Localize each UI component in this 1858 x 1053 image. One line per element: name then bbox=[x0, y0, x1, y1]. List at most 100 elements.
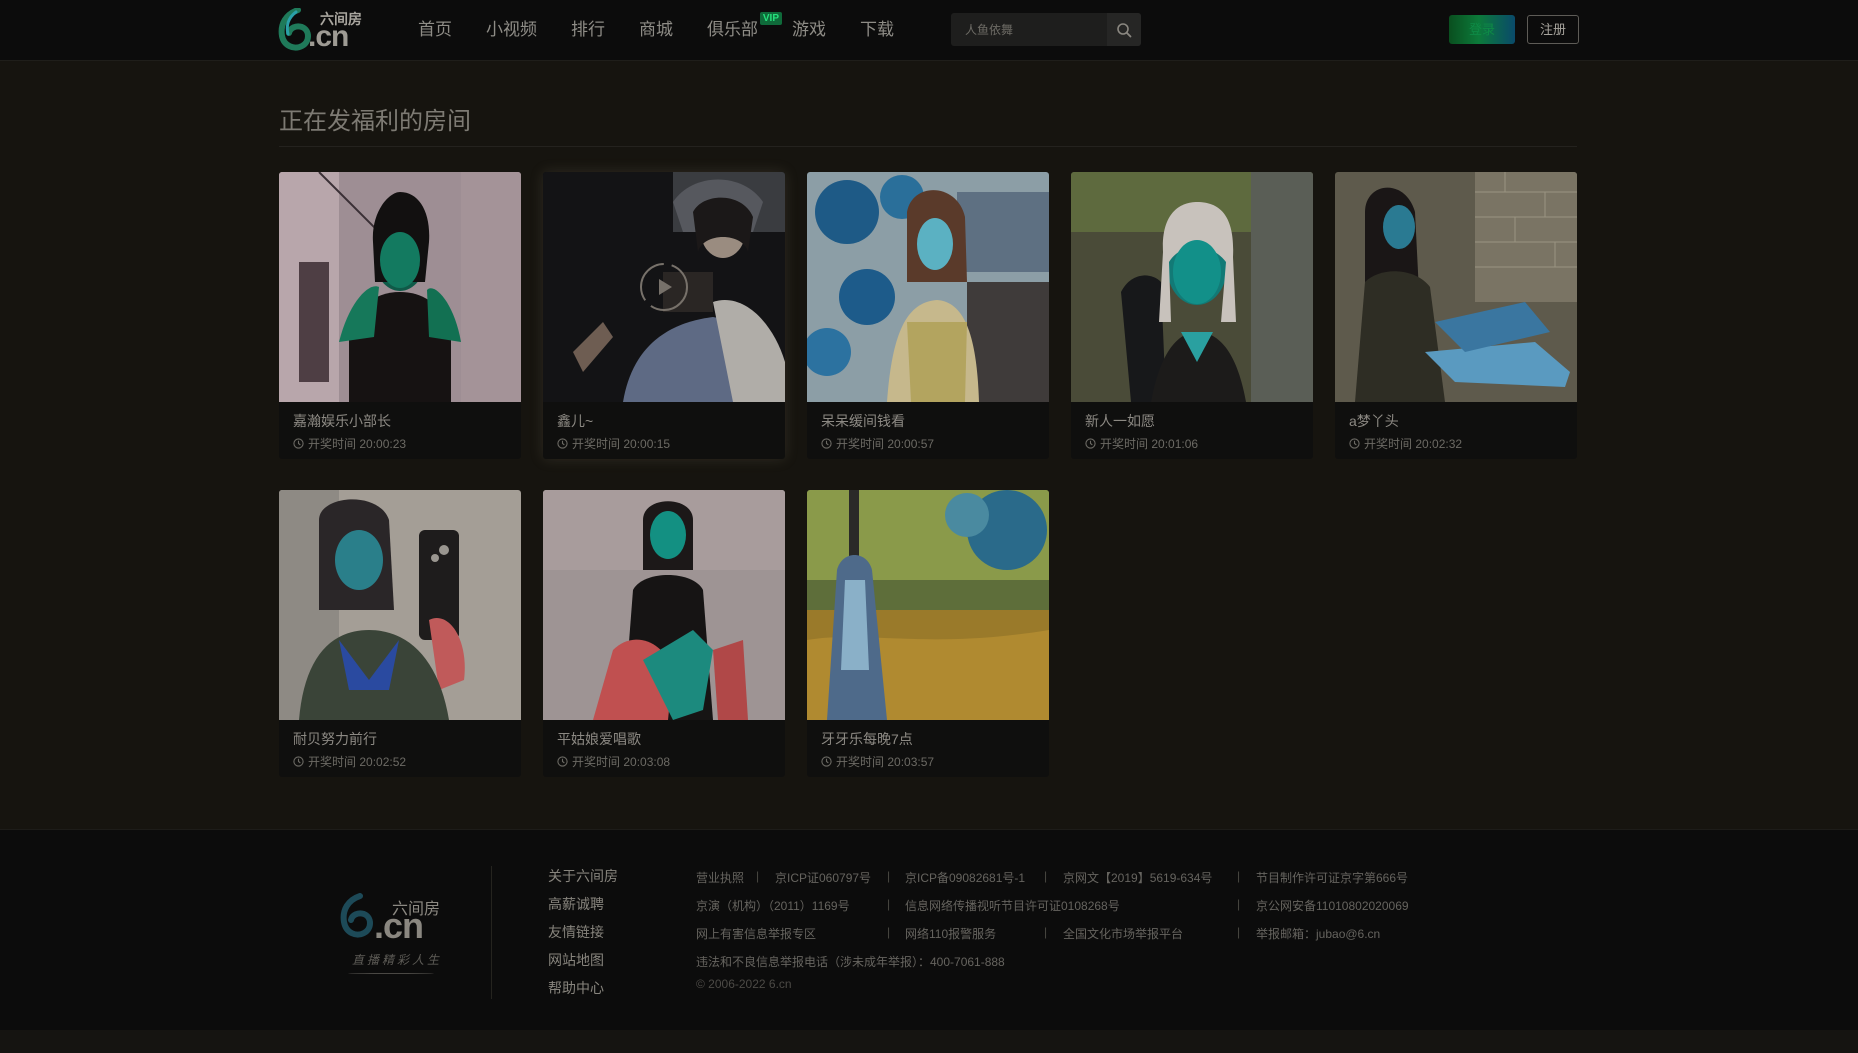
clock-icon bbox=[293, 438, 304, 449]
room-card[interactable]: 牙牙乐每晚7点 开奖时间 20:03:57 bbox=[807, 490, 1049, 777]
license-item[interactable]: 京ICP证060797号 bbox=[775, 869, 871, 886]
room-thumbnail bbox=[279, 490, 521, 720]
separator: | bbox=[756, 869, 760, 883]
footer-logo-slogan: 直播精彩人生 bbox=[352, 953, 443, 967]
nav-download[interactable]: 下载 bbox=[860, 0, 894, 60]
register-button[interactable]: 注册 bbox=[1527, 15, 1579, 44]
room-name: 牙牙乐每晚7点 bbox=[821, 731, 913, 747]
footer-logo-underline bbox=[348, 973, 434, 974]
room-thumbnail bbox=[1335, 172, 1577, 402]
license-item[interactable]: 节目制作许可证京字第666号 bbox=[1256, 869, 1408, 886]
room-time: 开奖时间 20:00:23 bbox=[293, 435, 406, 452]
room-name: 鑫儿~ bbox=[557, 413, 594, 429]
clock-icon bbox=[293, 756, 304, 767]
time-prefix: 开奖时间 bbox=[308, 755, 357, 769]
license-row: 网上有害信息举报专区 | 网络110报警服务 | 全国文化市场举报平台 | 举报… bbox=[696, 925, 1496, 953]
separator: | bbox=[1237, 925, 1241, 939]
time-value: 20:02:52 bbox=[359, 754, 407, 769]
clock-icon bbox=[1085, 438, 1096, 449]
report-phone: 违法和不良信息举报电话（涉未成年举报）：400-7061-888 bbox=[696, 955, 1005, 969]
separator: | bbox=[887, 925, 891, 939]
nav-short-video[interactable]: 小视频 bbox=[486, 0, 537, 60]
room-time: 开奖时间 20:03:08 bbox=[557, 753, 670, 770]
clock-icon bbox=[557, 438, 568, 449]
time-value: 20:01:06 bbox=[1151, 436, 1199, 451]
footer-link-friends[interactable]: 友情链接 bbox=[548, 918, 618, 946]
license-item[interactable]: 营业执照 bbox=[696, 869, 744, 886]
search-button[interactable] bbox=[1107, 13, 1141, 46]
separator: | bbox=[887, 869, 891, 883]
clock-icon bbox=[557, 756, 568, 767]
room-card[interactable]: 嘉瀚娱乐小部长 开奖时间 20:00:23 bbox=[279, 172, 521, 459]
license-item[interactable]: 信息网络传播视听节目许可证0108268号 bbox=[905, 897, 1120, 914]
time-value: 20:00:57 bbox=[887, 436, 935, 451]
time-prefix: 开奖时间 bbox=[836, 437, 885, 451]
room-time: 开奖时间 20:02:52 bbox=[293, 753, 406, 770]
clock-icon bbox=[821, 756, 832, 767]
separator: | bbox=[1044, 925, 1048, 939]
separator: | bbox=[1237, 897, 1241, 911]
nav-club-label: 俱乐部 bbox=[707, 20, 758, 39]
license-item[interactable]: 网络110报警服务 bbox=[905, 925, 996, 942]
footer-logo: 六间房 .cn 直播精彩人生 bbox=[338, 893, 444, 983]
room-time: 开奖时间 20:00:57 bbox=[821, 435, 934, 452]
license-item[interactable]: 京公网安备11010802020069 bbox=[1256, 897, 1409, 914]
time-prefix: 开奖时间 bbox=[572, 755, 621, 769]
nav-games[interactable]: 游戏 bbox=[792, 0, 826, 60]
room-name: a梦丫头 bbox=[1349, 413, 1399, 429]
copyright-row: © 2006-2022 6.cn bbox=[696, 977, 1496, 1009]
nav-club[interactable]: 俱乐部 VIP bbox=[707, 0, 782, 60]
nav-ranking[interactable]: 排行 bbox=[571, 0, 605, 60]
room-thumbnail bbox=[1071, 172, 1313, 402]
footer-bottom-bar bbox=[0, 1030, 1858, 1053]
room-card[interactable]: 鑫儿~ 开奖时间 20:00:15 bbox=[543, 172, 785, 459]
room-name: 耐贝努力前行 bbox=[293, 731, 377, 747]
time-value: 20:00:15 bbox=[623, 436, 671, 451]
room-card[interactable]: 呆呆缓间钱看 开奖时间 20:00:57 bbox=[807, 172, 1049, 459]
room-card[interactable]: 新人一如愿 开奖时间 20:01:06 bbox=[1071, 172, 1313, 459]
footer-divider bbox=[491, 866, 492, 999]
clock-icon bbox=[1349, 438, 1360, 449]
footer-link-jobs[interactable]: 高薪诚聘 bbox=[548, 890, 618, 918]
room-grid: 嘉瀚娱乐小部长 开奖时间 20:00:23 鑫儿~ 开奖时间 20:00:15 … bbox=[279, 172, 1579, 782]
room-thumbnail bbox=[279, 172, 521, 402]
room-name: 新人一如愿 bbox=[1085, 413, 1155, 429]
footer-link-help[interactable]: 帮助中心 bbox=[548, 974, 618, 1002]
top-header: 六间房 .cn 首页 小视频 排行 商城 俱乐部 VIP 游戏 下载 登录 注册 bbox=[0, 0, 1858, 61]
time-prefix: 开奖时间 bbox=[572, 437, 621, 451]
room-time: 开奖时间 20:00:15 bbox=[557, 435, 670, 452]
footer-link-sitemap[interactable]: 网站地图 bbox=[548, 946, 618, 974]
separator: | bbox=[1044, 869, 1048, 883]
license-item[interactable]: 京ICP备09082681号-1 bbox=[905, 869, 1025, 886]
site-logo[interactable]: 六间房 .cn bbox=[278, 7, 373, 53]
nav-mall[interactable]: 商城 bbox=[639, 0, 673, 60]
search-box bbox=[951, 13, 1141, 46]
footer-logo-domain: .cn bbox=[374, 905, 424, 946]
license-row: 营业执照 | 京ICP证060797号 | 京ICP备09082681号-1 |… bbox=[696, 869, 1496, 897]
room-card[interactable]: a梦丫头 开奖时间 20:02:32 bbox=[1335, 172, 1577, 459]
report-phone-row: 违法和不良信息举报电话（涉未成年举报）：400-7061-888 bbox=[696, 953, 1496, 981]
nav-home[interactable]: 首页 bbox=[418, 0, 452, 60]
footer-link-about[interactable]: 关于六间房 bbox=[548, 862, 618, 890]
license-row: 京演（机构）（2011）1169号 | 信息网络传播视听节目许可证0108268… bbox=[696, 897, 1496, 925]
section-divider bbox=[279, 146, 1577, 147]
main-nav: 首页 小视频 排行 商城 俱乐部 VIP 游戏 下载 bbox=[418, 0, 928, 60]
room-card[interactable]: 平姑娘爱唱歌 开奖时间 20:03:08 bbox=[543, 490, 785, 777]
footer-links: 关于六间房 高薪诚聘 友情链接 网站地图 帮助中心 bbox=[548, 862, 618, 1002]
login-button[interactable]: 登录 bbox=[1449, 15, 1515, 44]
license-item[interactable]: 全国文化市场举报平台 bbox=[1063, 925, 1183, 942]
separator: | bbox=[1237, 869, 1241, 883]
license-item[interactable]: 京网文【2019】5619-634号 bbox=[1063, 869, 1212, 886]
time-value: 20:03:57 bbox=[887, 754, 935, 769]
time-value: 20:00:23 bbox=[359, 436, 407, 451]
license-item[interactable]: 京演（机构）（2011）1169号 bbox=[696, 897, 850, 914]
play-icon[interactable] bbox=[639, 262, 689, 312]
license-item[interactable]: 举报邮箱：jubao@6.cn bbox=[1256, 925, 1380, 942]
license-item[interactable]: 网上有害信息举报专区 bbox=[696, 925, 816, 942]
room-name: 呆呆缓间钱看 bbox=[821, 413, 905, 429]
search-input[interactable] bbox=[951, 13, 1111, 46]
room-card[interactable]: 耐贝努力前行 开奖时间 20:02:52 bbox=[279, 490, 521, 777]
section-title: 正在发福利的房间 bbox=[279, 108, 471, 135]
room-name: 平姑娘爱唱歌 bbox=[557, 731, 641, 747]
search-icon bbox=[1117, 22, 1132, 37]
